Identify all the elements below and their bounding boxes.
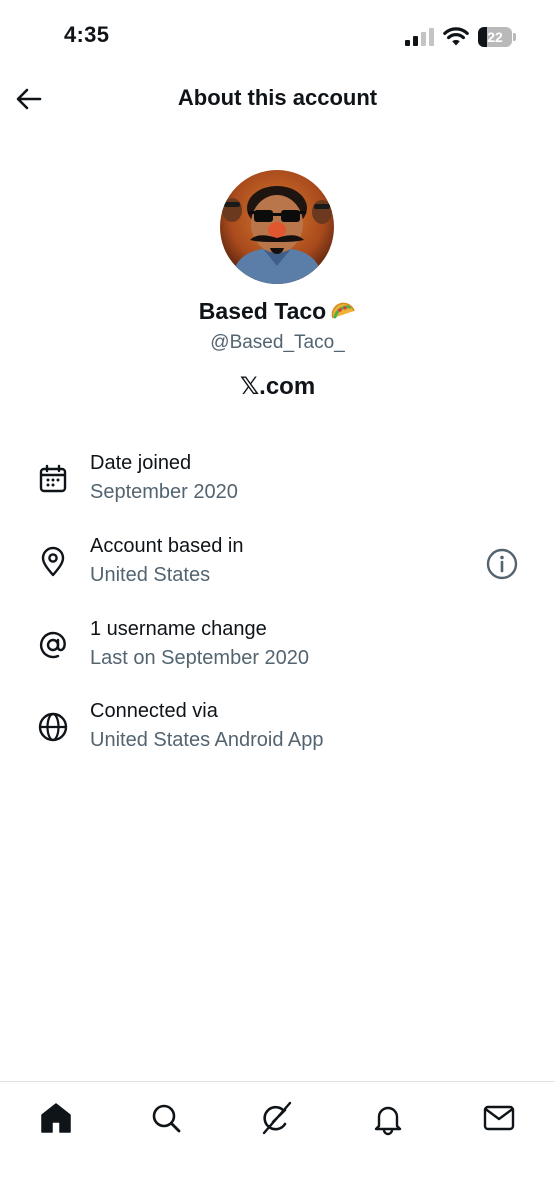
status-time: 4:35 — [64, 22, 110, 47]
location-pin-icon — [41, 546, 65, 577]
battery-indicator: 22 — [478, 27, 516, 47]
wifi-icon — [443, 27, 469, 46]
tab-search[interactable] — [148, 1100, 184, 1136]
info-title: Date joined — [90, 452, 192, 474]
calendar-icon — [39, 464, 67, 493]
at-sign-icon — [39, 631, 66, 659]
info-circle-icon — [486, 548, 518, 580]
avatar[interactable] — [220, 170, 334, 284]
messages-envelope-icon — [483, 1105, 515, 1131]
notifications-bell-icon — [374, 1106, 402, 1136]
tab-home[interactable] — [38, 1100, 74, 1136]
grok-icon — [262, 1101, 292, 1135]
status-bar: 4:35 22 — [0, 0, 555, 72]
tab-grok[interactable] — [259, 1100, 295, 1136]
home-icon — [41, 1103, 71, 1133]
handle: @Based_Taco_ — [210, 332, 345, 353]
battery-level: 22 — [487, 29, 503, 45]
info-title: Connected via — [90, 700, 218, 722]
globe-icon — [38, 712, 68, 742]
info-title: Account based in — [90, 535, 244, 557]
search-icon — [152, 1104, 181, 1133]
info-row-username-change: 1 username change Last on September 2020 — [0, 618, 555, 688]
info-row-connected-via: Connected via United States Android App — [0, 700, 555, 770]
page-title: About this account — [177, 85, 378, 110]
info-subtitle: United States Android App — [90, 729, 324, 751]
display-name: Based Taco — [0, 298, 555, 327]
info-row-account-based-in: Account based in United States — [0, 535, 555, 605]
tab-bar — [0, 1081, 555, 1200]
cellular-signal-icon — [405, 28, 435, 46]
account-location-info-button[interactable] — [484, 546, 520, 582]
site-label: 𝕏.com — [239, 373, 316, 400]
info-title: 1 username change — [90, 618, 267, 640]
header: About this account — [0, 72, 555, 128]
info-subtitle: Last on September 2020 — [90, 647, 310, 669]
taco-emoji-icon — [330, 299, 356, 327]
tab-notifications[interactable] — [370, 1100, 406, 1136]
info-subtitle: United States — [90, 564, 211, 586]
info-subtitle: September 2020 — [90, 481, 238, 503]
info-row-date-joined: Date joined September 2020 — [0, 452, 555, 522]
display-name-text: Based Taco — [198, 298, 327, 324]
tab-messages[interactable] — [481, 1100, 517, 1136]
